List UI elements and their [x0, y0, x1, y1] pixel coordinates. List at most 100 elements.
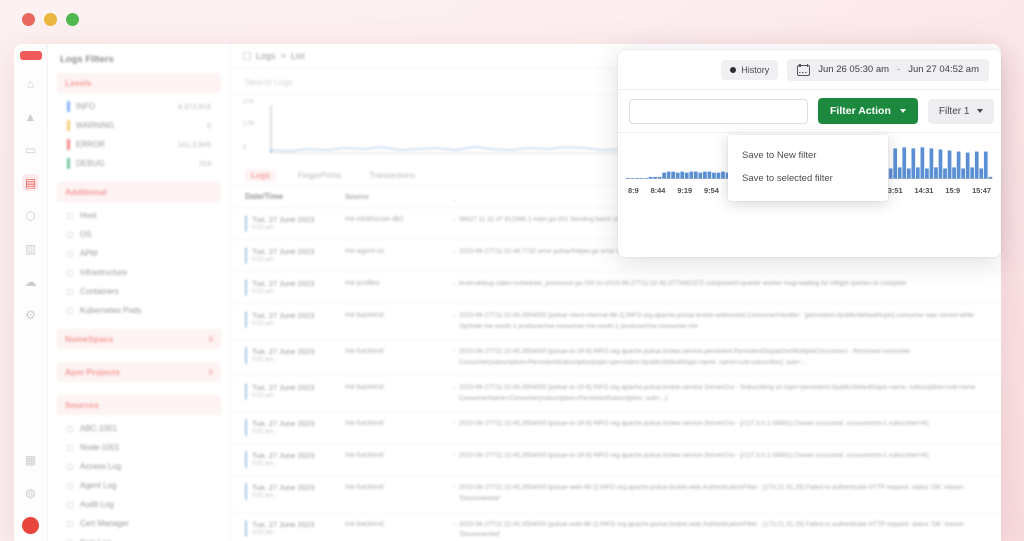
dropdown-item-save-selected[interactable]: Save to selected filter [728, 167, 888, 190]
apps-icon[interactable]: ▦ [22, 451, 39, 468]
row-source: me-backend [345, 520, 384, 528]
section-label: NameSpace [65, 334, 114, 344]
table-row[interactable]: Tue, 27 June 20234:52 pm me-backend 2023-0… [231, 513, 1001, 541]
filter-select-button[interactable]: Filter 1 [927, 98, 995, 124]
filter-action-button[interactable]: Filter Action [818, 98, 918, 124]
monitor-icon[interactable]: ▭ [22, 141, 39, 158]
section-header-additional[interactable]: Additional [57, 182, 221, 202]
source-filter-item[interactable]: Access Log [57, 457, 221, 476]
level-row[interactable]: WARNING 0 [57, 116, 221, 135]
table-row[interactable]: Tue, 27 June 20234:52 pm me-backend 2023-0… [231, 444, 1001, 477]
log-rows-list[interactable]: Tue, 27 June 2023 4:52 pm me-clickhouse-db… [231, 208, 1001, 541]
tab-logs[interactable]: Logs [245, 168, 277, 182]
source-filter-item[interactable]: Item Log [57, 533, 221, 541]
checkbox-icon[interactable] [67, 482, 73, 489]
level-row[interactable]: ERROR 141,3,845 [57, 135, 221, 154]
additional-filter-item[interactable]: Kubernetes Pods [57, 301, 221, 320]
breadcrumb-item-list[interactable]: List [291, 51, 305, 61]
alerts-icon[interactable]: ▲ [22, 108, 39, 125]
row-level-indicator [245, 451, 247, 469]
source-filter-item[interactable]: ABC-1001 [57, 419, 221, 438]
shield-icon[interactable]: ⬡ [22, 207, 39, 224]
row-time: 4:52 pm [252, 429, 274, 436]
tab-fingerprints[interactable]: FingerPrints [292, 169, 347, 182]
settings-icon[interactable]: ⚙ [22, 306, 39, 323]
level-color-bar [67, 139, 70, 150]
chevron-down-icon [899, 109, 906, 113]
filter-action-dropdown[interactable]: Save to New filter Save to selected filt… [728, 135, 888, 201]
reports-icon[interactable]: ▥ [22, 240, 39, 257]
checkbox-icon[interactable] [67, 269, 73, 276]
sidebar-body: Levels INFO 4,372,916 WARNING 0 ERROR 141,3,8… [48, 73, 230, 541]
table-row[interactable]: Tue, 27 June 20234:52 pm me-backend 2023-0… [231, 304, 1001, 341]
section-header-levels[interactable]: Levels [57, 73, 221, 93]
row-source: me-backend [345, 312, 384, 319]
app-logo[interactable] [19, 51, 42, 60]
additional-filter-item[interactable]: Containers [57, 282, 221, 301]
checkbox-icon[interactable] [67, 444, 73, 451]
dropdown-item-save-new[interactable]: Save to New filter [728, 144, 888, 167]
additional-filter-item[interactable]: Infrastructure [57, 263, 221, 282]
row-message: 2023-06-27T11:22:45.3554000 [pulsar-io-1… [453, 347, 987, 368]
home-icon[interactable]: ⌂ [22, 75, 39, 92]
source-filter-item[interactable]: Cert Manager [57, 514, 221, 533]
row-date: Tue, 27 June 2023 [252, 519, 315, 529]
column-header-source: Source [345, 193, 369, 201]
row-level-indicator [245, 279, 247, 296]
option-label: Node-1001 [80, 443, 120, 452]
source-filter-item[interactable]: Audit Log [57, 495, 221, 514]
additional-filter-item[interactable]: APM [57, 244, 221, 263]
table-row[interactable]: Tue, 27 June 20234:52 pm me-profiles level… [231, 272, 1001, 304]
x-tick-label: 14:31 [914, 186, 934, 195]
source-filter-item[interactable]: Node-1001 [57, 438, 221, 457]
section-header-apm-projects[interactable]: Apm Projects 0 [57, 362, 221, 382]
date-range-picker[interactable]: Jun 26 05:30 am - Jun 27 04:52 am [787, 58, 989, 81]
additional-filter-item[interactable]: Host [57, 206, 221, 225]
table-row[interactable]: Tue, 27 June 20234:52 pm me-backend 2023-0… [231, 376, 1001, 413]
rail-bottom-group: ▦ ◍ [22, 451, 39, 534]
row-message: 2023-06-27T11:22:45.3554000 [pulsar-io-1… [453, 451, 987, 462]
checkbox-icon[interactable] [67, 231, 73, 238]
checkbox-icon[interactable] [67, 250, 73, 257]
checkbox-icon[interactable] [67, 520, 73, 527]
section-header-namespace[interactable]: NameSpace 0 [57, 329, 221, 349]
row-source: me-backend [345, 384, 384, 392]
tab-transactions[interactable]: Transactions [363, 169, 421, 182]
section-label: Levels [65, 78, 92, 88]
breadcrumb-item-logs[interactable]: Logs [256, 51, 276, 61]
checkbox-icon[interactable] [67, 501, 73, 508]
window-traffic-lights[interactable] [22, 13, 79, 26]
filter-overlay-panel: History Jun 26 05:30 am - Jun 27 04:52 a… [618, 50, 1001, 257]
option-label: Audit Log [80, 500, 114, 509]
table-row[interactable]: Tue, 27 June 20234:52 pm me-backend 2023-0… [231, 476, 1001, 513]
additional-filter-item[interactable]: OS [57, 225, 221, 244]
section-count: 0 [208, 367, 213, 377]
table-row[interactable]: Tue, 27 June 20234:52 pm me-backend 2023-0… [231, 340, 1001, 377]
help-icon[interactable]: ◍ [22, 484, 39, 501]
checkbox-icon[interactable] [67, 288, 73, 295]
close-window-button[interactable] [22, 13, 35, 26]
checkbox-icon[interactable] [67, 425, 73, 432]
row-date: Tue, 27 June 2023 [252, 383, 315, 393]
user-avatar[interactable] [22, 517, 39, 534]
section-header-sources[interactable]: Sources [57, 395, 221, 415]
checkbox-icon[interactable] [67, 212, 73, 219]
level-row[interactable]: DEBUG 703 [57, 154, 221, 173]
maximize-window-button[interactable] [66, 13, 79, 26]
logs-icon[interactable]: ▤ [22, 174, 39, 191]
checkbox-icon[interactable] [67, 307, 73, 314]
option-label: Kubernetes Pods [80, 306, 142, 315]
table-row[interactable]: Tue, 27 June 20234:52 pm me-backend 2023-0… [231, 412, 1001, 445]
row-time: 4:52 pm [252, 393, 274, 400]
row-source: me-backend [345, 452, 384, 460]
cloud-icon[interactable]: ☁ [22, 273, 39, 290]
checkbox-icon[interactable] [67, 463, 73, 470]
minimize-window-button[interactable] [44, 13, 57, 26]
row-time: 4:52 pm [252, 529, 274, 536]
row-level-indicator [245, 383, 247, 401]
level-row[interactable]: INFO 4,372,916 [57, 97, 221, 116]
source-filter-item[interactable]: Agent Log [57, 476, 221, 495]
filter-text-input[interactable] [629, 98, 808, 124]
row-time: 4:52 pm [252, 289, 274, 295]
history-button[interactable]: History [721, 59, 779, 80]
